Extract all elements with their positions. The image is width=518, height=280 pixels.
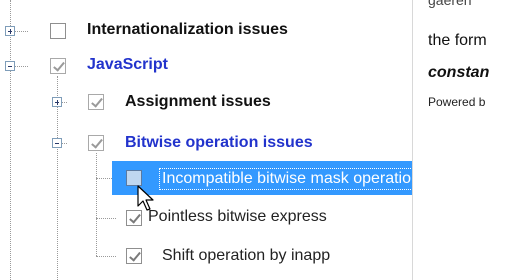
- tree-connector-bitwise: [96, 153, 97, 256]
- panel-splitter[interactable]: [412, 0, 419, 280]
- expand-toggle-internationalization[interactable]: [5, 26, 15, 36]
- tree-connector-bw-2: [96, 256, 116, 257]
- checkbox-internationalization[interactable]: [50, 23, 66, 39]
- tree-item-pointless-bitwise[interactable]: Pointless bitwise express: [148, 207, 327, 227]
- inspections-tree[interactable]: Internationalization issues JavaScript A…: [0, 0, 412, 280]
- description-partial-line: gaeren: [428, 0, 472, 8]
- expand-toggle-assignment[interactable]: [52, 97, 62, 107]
- tree-item-shift-operation[interactable]: Shift operation by inapp: [162, 246, 330, 266]
- description-line: the form: [428, 32, 487, 49]
- tree-item-internationalization[interactable]: Internationalization issues: [87, 20, 288, 40]
- description-panel: gaeren the form constan Powered b: [419, 0, 518, 280]
- tree-connector-root: [10, 0, 11, 280]
- tree-connector-bw-1: [96, 218, 116, 219]
- tree-item-bitwise[interactable]: Bitwise operation issues: [125, 133, 313, 153]
- collapse-toggle-bitwise[interactable]: [52, 138, 62, 148]
- checkbox-shift-operation[interactable]: [126, 248, 142, 264]
- checkbox-javascript[interactable]: [50, 58, 66, 74]
- powered-by-text: Powered b: [428, 95, 486, 109]
- checkbox-bitwise[interactable]: [88, 135, 104, 151]
- tree-item-incompatible-mask[interactable]: Incompatible bitwise mask operation: [159, 168, 412, 190]
- tree-item-assignment[interactable]: Assignment issues: [125, 92, 271, 112]
- checkbox-assignment[interactable]: [88, 94, 104, 110]
- tree-item-javascript[interactable]: JavaScript: [87, 55, 168, 75]
- collapse-toggle-javascript[interactable]: [5, 61, 15, 71]
- checkbox-incompatible-mask[interactable]: [126, 170, 142, 186]
- mouse-pointer-icon: [137, 185, 154, 211]
- description-emphasis: constan: [428, 64, 490, 81]
